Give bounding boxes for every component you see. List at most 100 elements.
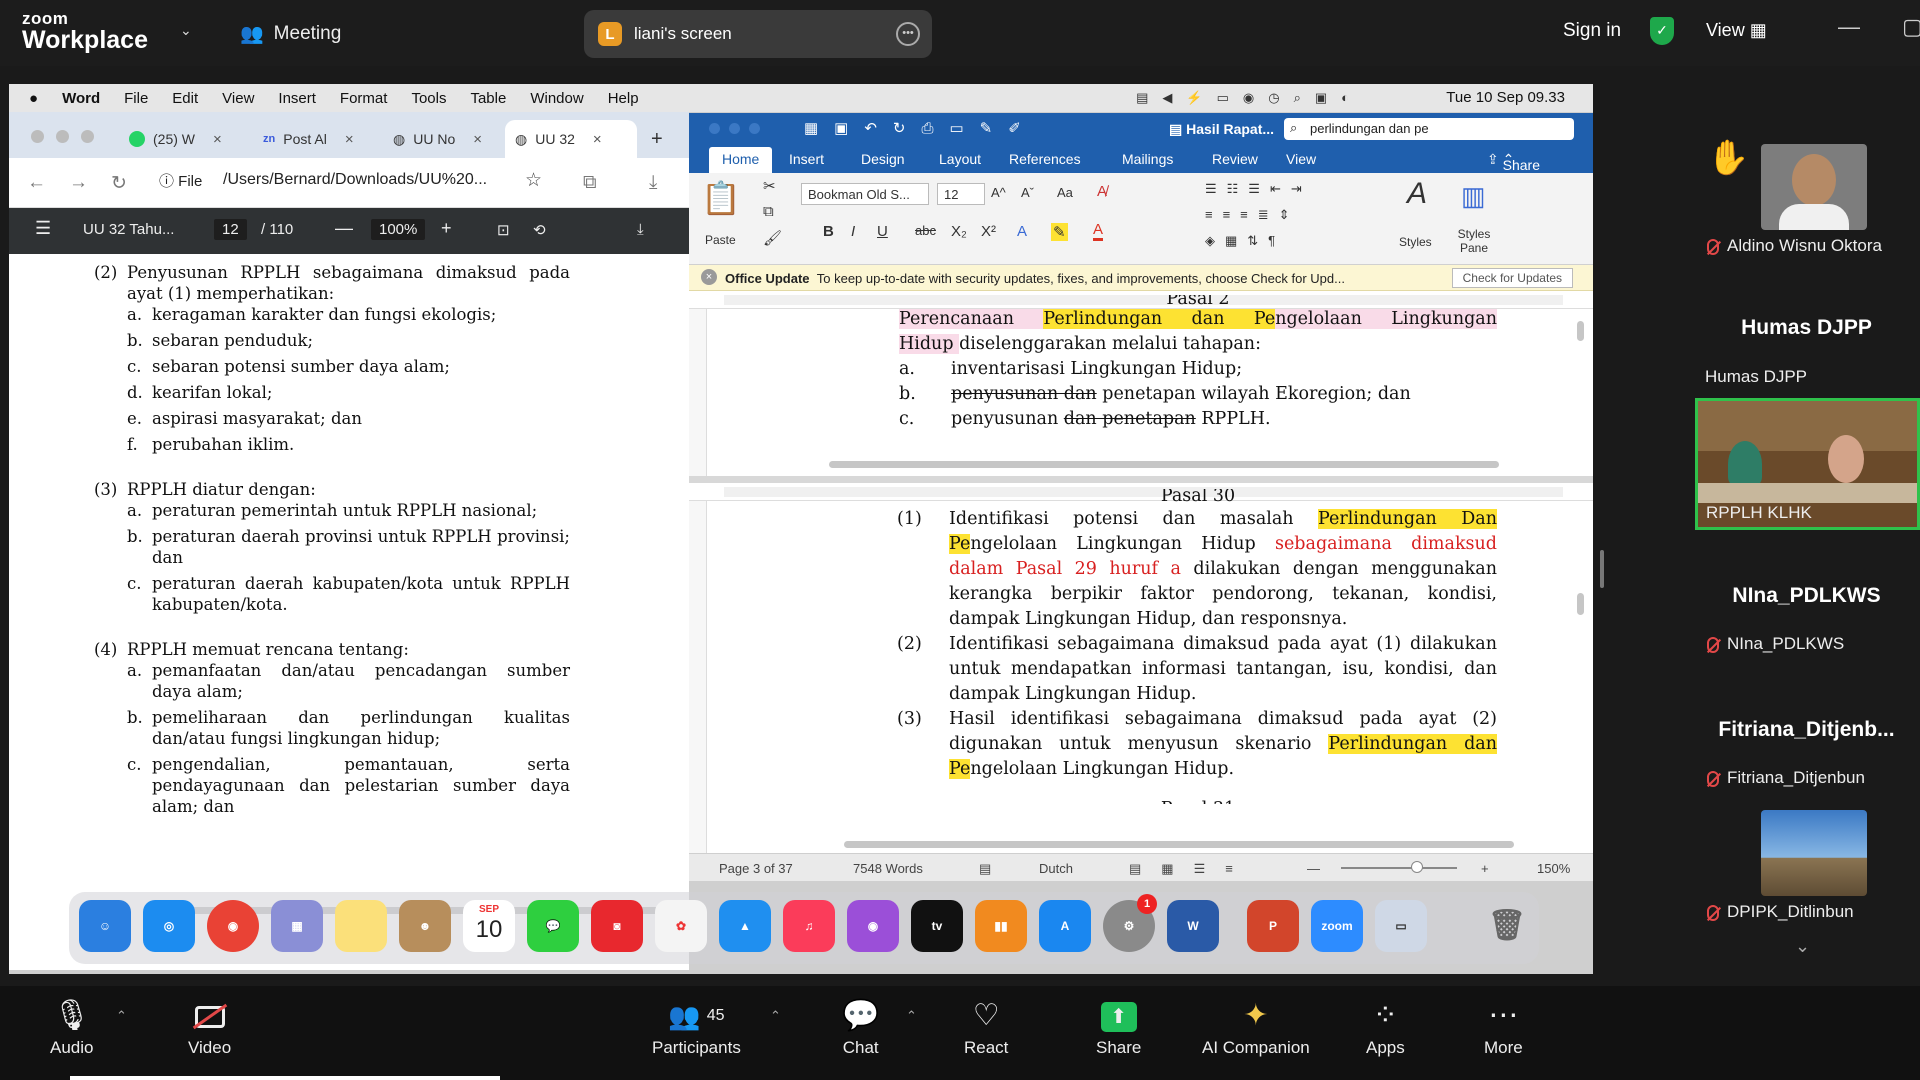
cut-icon[interactable]: ✂ [763,177,776,195]
participant-tile[interactable]: Fitriana_Ditjenbun [1707,768,1865,788]
change-case-icon[interactable]: Aa [1057,185,1073,200]
chrome-icon[interactable]: ◉ [207,900,259,952]
bold-icon[interactable]: B [823,223,834,240]
notes-icon[interactable] [335,900,387,952]
download-icon[interactable]: ⤓ [649,172,657,194]
zoom-in-icon[interactable]: + [1481,861,1489,876]
tab-whatsapp[interactable]: (25) W × [119,120,232,158]
participants-button[interactable]: 👥 45 Participants [652,994,741,1058]
tab-view[interactable]: View [1286,151,1316,167]
menu-table[interactable]: Table [470,90,506,107]
participant-tile[interactable]: Aldino Wisnu Oktora [1707,236,1882,256]
view-mode-buttons[interactable]: ▤▦☰≡ [1129,861,1253,877]
zoom-slider-handle[interactable] [1411,861,1423,873]
status-tray-icons[interactable]: ▤◀⚡▭◉◷⌕▣◐ [1136,90,1363,106]
share-button[interactable]: ⇪ Share ⌃ [1487,151,1540,173]
superscript-icon[interactable]: X² [981,223,996,240]
close-icon[interactable]: × [345,131,354,148]
close-icon[interactable]: × [213,131,222,148]
photo-booth-icon[interactable]: ◙ [591,900,643,952]
menu-view[interactable]: View [222,90,254,107]
system-settings-icon[interactable]: ⚙ 1 [1103,894,1157,952]
participant-name[interactable]: Humas DJPP [1705,367,1807,387]
tab-post[interactable]: zn Post Al × [253,120,364,158]
highlight-icon[interactable]: ✎ [1051,223,1068,241]
chevron-down-icon[interactable]: ⌄ [1795,936,1810,957]
zoom-icon[interactable]: zoom [1311,900,1363,952]
tab-references[interactable]: References [1009,151,1081,167]
minimize-icon[interactable]: — [1838,14,1860,40]
panel-resize-handle[interactable] [1600,550,1604,588]
check-updates-button[interactable]: Check for Updates [1451,268,1573,288]
font-name-select[interactable]: Bookman Old S... [801,183,929,205]
menu-format[interactable]: Format [340,90,388,107]
horizontal-scrollbar-top[interactable] [829,461,1499,468]
video-button[interactable]: Video [188,994,231,1058]
search-document-input[interactable]: ⌕ perlindungan dan pe [1284,118,1574,140]
alignment-buttons[interactable]: ≡≡≡≣⇕ [1205,207,1300,223]
close-icon[interactable]: × [473,131,482,148]
safari-icon[interactable]: ◎ [143,900,195,952]
sign-in-button[interactable]: Sign in [1563,20,1621,42]
tab-review[interactable]: Review [1212,151,1258,167]
subscript-icon[interactable]: X₂ [951,223,967,240]
participant-tile[interactable]: NIna_PDLKWS [1707,634,1844,654]
zoom-in-icon[interactable]: + [441,218,452,239]
tab-home[interactable]: Home [709,147,773,173]
apple-icon[interactable]: ● [29,90,38,107]
finder-icon[interactable]: ☺ [79,900,131,952]
share-screen-button[interactable]: ⬆ Share [1096,994,1141,1058]
contacts-icon[interactable]: ☻ [399,900,451,952]
zoom-input[interactable]: 100% [371,219,426,240]
italic-icon[interactable]: I [851,223,855,240]
styles-pane-icon[interactable]: ▥ [1461,181,1486,212]
word-icon[interactable]: W [1167,900,1219,952]
ai-companion-button[interactable]: ✦ AI Companion [1202,994,1310,1058]
powerpoint-icon[interactable]: P [1247,900,1299,952]
audio-options-caret[interactable]: ⌃ [116,1008,127,1024]
menu-insert[interactable]: Insert [278,90,316,107]
audio-button[interactable]: 🎙 Audio [50,994,93,1058]
shading-border-buttons[interactable]: ◈▦⇅¶ [1205,233,1285,249]
rotate-icon[interactable]: ⟲ [533,221,546,239]
more-button[interactable]: ⋯ More [1484,994,1523,1058]
tab-design[interactable]: Design [861,151,905,167]
vertical-scrollbar-top[interactable] [1577,321,1584,341]
quick-access-toolbar[interactable]: ▦▣↶↻⎙▭✎✐ [804,119,1037,137]
menu-icon[interactable]: ☰ [35,218,51,239]
screen-share-indicator[interactable]: L liani's screen ••• [584,10,932,58]
menu-app-name[interactable]: Word [62,90,100,107]
participant-tile[interactable]: DPIPK_Ditlinbun [1707,902,1854,922]
text-effects-icon[interactable]: A [1017,223,1027,240]
participants-options-caret[interactable]: ⌃ [770,1008,781,1024]
menu-window[interactable]: Window [530,90,583,107]
font-size-select[interactable]: 12 [937,183,985,205]
trash-icon[interactable]: 🗑 [1481,900,1533,952]
chat-button[interactable]: 💬 Chat [842,994,879,1058]
shield-check-icon[interactable]: ✓ [1650,17,1674,45]
window-controls[interactable] [31,130,94,143]
tab-layout[interactable]: Layout [939,151,981,167]
bookmark-star-icon[interactable]: ☆ [525,169,542,192]
vertical-scrollbar-bottom[interactable] [1577,593,1584,615]
language[interactable]: Dutch [1039,861,1073,876]
url-input[interactable]: /Users/Bernard/Downloads/UU%20... [223,171,487,189]
clear-formatting-icon[interactable]: A̸ [1097,183,1107,200]
page-number-input[interactable]: 12 [214,219,247,240]
grow-font-icon[interactable]: A^ [991,185,1006,200]
window-controls[interactable] [709,123,760,134]
menu-file[interactable]: File [124,90,148,107]
split-divider[interactable] [689,476,1593,483]
react-button[interactable]: ♡ React [964,994,1008,1058]
participant-video-active[interactable]: RPPLH KLHK [1695,398,1920,530]
styles-icon[interactable]: A [1407,177,1427,211]
paste-icon[interactable]: 📋 [701,179,741,217]
menu-help[interactable]: Help [608,90,639,107]
messages-icon[interactable]: 💬 [527,900,579,952]
word-count[interactable]: 7548 Words [853,861,923,876]
menu-edit[interactable]: Edit [172,90,198,107]
strikethrough-icon[interactable]: abc [915,223,936,238]
calendar-icon[interactable]: SEP 10 [463,900,515,952]
zoom-out-icon[interactable]: — [1307,861,1320,876]
tab-uu-32[interactable]: ◍ UU 32 × [505,120,637,158]
